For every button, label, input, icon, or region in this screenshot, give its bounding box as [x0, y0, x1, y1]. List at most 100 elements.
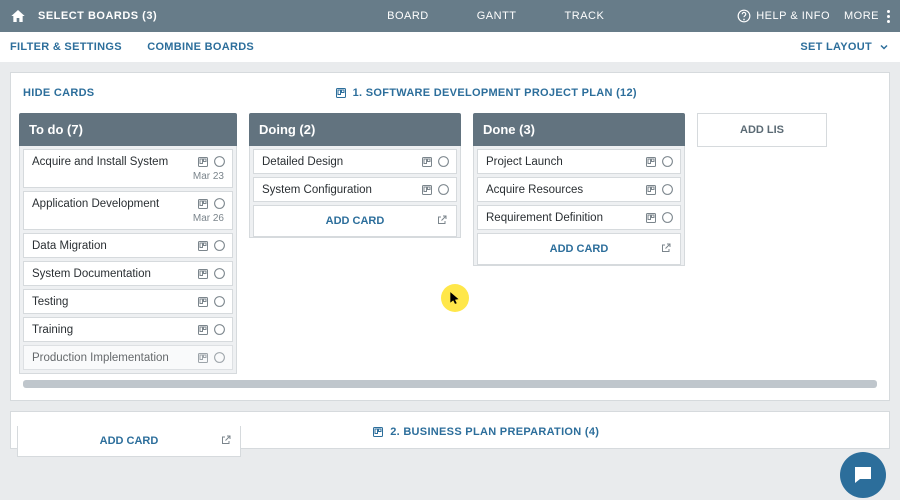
card-title: Acquire Resources — [486, 184, 583, 196]
circle-icon — [437, 155, 450, 168]
more-dots-icon — [887, 10, 890, 23]
card[interactable]: Testing — [23, 289, 233, 314]
circle-icon — [213, 239, 226, 252]
board-header-1: HIDE CARDS 1. SOFTWARE DEVELOPMENT PROJE… — [11, 73, 889, 109]
card-badges — [197, 295, 226, 308]
card-title: Data Migration — [32, 240, 107, 252]
list-body-done: Project Launch Acquire Resources — [473, 146, 685, 266]
board-title-1[interactable]: 1. SOFTWARE DEVELOPMENT PROJECT PLAN (12… — [335, 87, 637, 99]
trello-icon — [197, 352, 209, 364]
hide-cards-link[interactable]: HIDE CARDS — [23, 87, 94, 99]
add-card-done[interactable]: ADD CARD — [477, 233, 681, 265]
card-badges — [197, 197, 226, 210]
card-badges — [421, 183, 450, 196]
lists-area: To do (7) Acquire and Install System Mar… — [11, 109, 889, 400]
card-badges — [421, 155, 450, 168]
set-layout-button[interactable]: SET LAYOUT — [800, 41, 890, 53]
card[interactable]: Acquire Resources — [477, 177, 681, 202]
circle-icon — [661, 211, 674, 224]
circle-icon — [437, 183, 450, 196]
card-badges — [197, 351, 226, 364]
select-boards-button[interactable]: SELECT BOARDS (3) — [38, 10, 157, 22]
card[interactable]: Acquire and Install System Mar 23 — [23, 149, 233, 188]
circle-icon — [213, 323, 226, 336]
open-external-icon — [660, 242, 672, 254]
add-card-doing[interactable]: ADD CARD — [253, 205, 457, 237]
list-done: Done (3) Project Launch Acquire Resource… — [473, 113, 685, 266]
list-header-doing[interactable]: Doing (2) — [249, 113, 461, 146]
chevron-down-icon — [878, 41, 890, 53]
list-body-doing: Detailed Design System Configuration — [249, 146, 461, 238]
card-badges — [197, 155, 226, 168]
card[interactable]: Training — [23, 317, 233, 342]
chat-button[interactable] — [840, 452, 886, 498]
card-title: Project Launch — [486, 156, 563, 168]
open-external-icon — [436, 214, 448, 226]
trello-icon — [421, 156, 433, 168]
card[interactable]: System Configuration — [253, 177, 457, 202]
nav-track[interactable]: TRACK — [565, 10, 605, 22]
list-body-todo: Acquire and Install System Mar 23 Applic… — [19, 146, 237, 374]
card[interactable]: Data Migration — [23, 233, 233, 258]
card[interactable]: Project Launch — [477, 149, 681, 174]
card[interactable]: Detailed Design — [253, 149, 457, 174]
circle-icon — [213, 295, 226, 308]
filter-settings-link[interactable]: FILTER & SETTINGS — [10, 41, 122, 53]
card-badges — [645, 211, 674, 224]
more-label: MORE — [844, 10, 879, 22]
add-card-label: ADD CARD — [100, 435, 159, 447]
trello-icon — [197, 268, 209, 280]
list-header-todo[interactable]: To do (7) — [19, 113, 237, 146]
nav-board[interactable]: BOARD — [387, 10, 429, 22]
board-title-text: 1. SOFTWARE DEVELOPMENT PROJECT PLAN (12… — [353, 87, 637, 99]
card-badges — [645, 155, 674, 168]
card[interactable]: Application Development Mar 26 — [23, 191, 233, 230]
subbar: FILTER & SETTINGS COMBINE BOARDS SET LAY… — [0, 32, 900, 62]
trello-icon — [197, 198, 209, 210]
circle-icon — [661, 155, 674, 168]
trello-icon — [645, 212, 657, 224]
combine-boards-link[interactable]: COMBINE BOARDS — [147, 41, 254, 53]
help-button[interactable]: HELP & INFO — [737, 9, 830, 23]
topbar-nav: BOARD GANTT TRACK — [387, 10, 604, 22]
trello-icon — [197, 240, 209, 252]
circle-icon — [213, 267, 226, 280]
circle-icon — [213, 197, 226, 210]
card-title: Training — [32, 324, 73, 336]
card-title: System Documentation — [32, 268, 151, 280]
horizontal-scrollbar[interactable] — [23, 380, 877, 388]
nav-gantt[interactable]: GANTT — [477, 10, 517, 22]
list-header-done[interactable]: Done (3) — [473, 113, 685, 146]
card-title: Production Implementation — [32, 352, 169, 364]
card-badges — [197, 239, 226, 252]
list-doing: Doing (2) Detailed Design System Configu… — [249, 113, 461, 238]
trello-icon — [197, 156, 209, 168]
add-list-button[interactable]: ADD LIS — [697, 113, 827, 147]
card-badges — [197, 323, 226, 336]
card[interactable]: Production Implementation — [23, 345, 233, 370]
card-badges — [197, 267, 226, 280]
home-icon[interactable] — [10, 8, 26, 24]
card-date: Mar 23 — [32, 171, 224, 182]
lists-row: To do (7) Acquire and Install System Mar… — [15, 113, 885, 374]
topbar-right: HELP & INFO MORE — [737, 9, 890, 23]
trello-icon — [645, 156, 657, 168]
card-title: Detailed Design — [262, 156, 343, 168]
chat-icon — [851, 463, 875, 487]
add-card-label: ADD CARD — [326, 215, 385, 227]
trello-icon — [197, 296, 209, 308]
circle-icon — [213, 351, 226, 364]
card-title: Application Development — [32, 198, 159, 210]
more-button[interactable]: MORE — [844, 10, 890, 23]
board-title-2[interactable]: 2. BUSINESS PLAN PREPARATION (4) — [372, 426, 599, 438]
add-card-label: ADD CARD — [550, 243, 609, 255]
card-title: Testing — [32, 296, 68, 308]
cursor-icon — [448, 291, 462, 305]
set-layout-label: SET LAYOUT — [800, 41, 872, 53]
help-label: HELP & INFO — [756, 10, 830, 22]
card[interactable]: System Documentation — [23, 261, 233, 286]
card[interactable]: Requirement Definition — [477, 205, 681, 230]
subbar-left: FILTER & SETTINGS COMBINE BOARDS — [10, 41, 276, 53]
board-icon — [335, 87, 347, 99]
add-card-todo[interactable]: ADD CARD — [17, 426, 241, 457]
